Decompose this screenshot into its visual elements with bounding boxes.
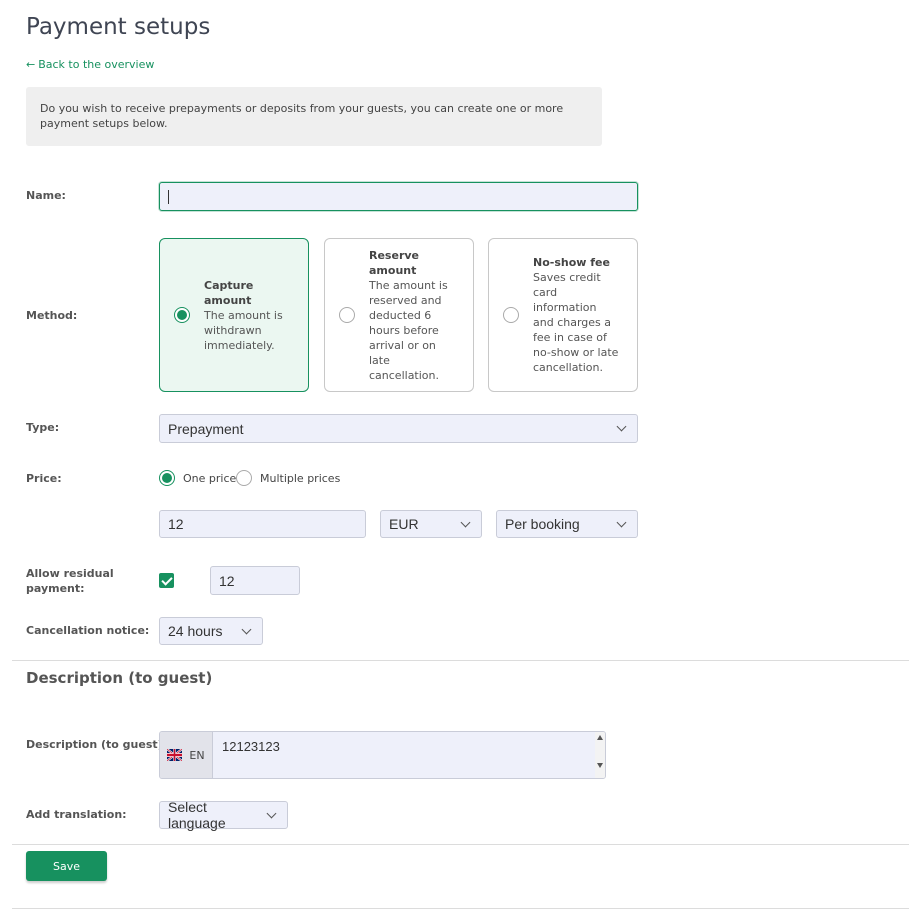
name-label: Name: bbox=[26, 189, 66, 202]
residual-input-value: 12 bbox=[219, 572, 235, 589]
uk-flag-icon bbox=[167, 749, 183, 761]
scroll-down-icon[interactable] bbox=[597, 763, 603, 768]
scroll-up-icon[interactable] bbox=[597, 735, 603, 740]
price-option-multiple[interactable]: Multiple prices bbox=[236, 470, 340, 486]
text-caret bbox=[168, 189, 169, 204]
chevron-down-icon bbox=[616, 517, 627, 527]
price-input-value: 12 bbox=[168, 516, 184, 532]
method-option-capture[interactable]: Capture amount The amount is withdrawn i… bbox=[159, 238, 309, 392]
page-title: Payment setups bbox=[26, 14, 211, 40]
method-option-noshow[interactable]: No-show fee Saves credit card informatio… bbox=[488, 238, 638, 392]
chevron-down-icon bbox=[616, 421, 627, 432]
per-select[interactable]: Per booking bbox=[496, 510, 638, 538]
residual-label: Allow residual payment: bbox=[26, 567, 114, 595]
method-title: No-show fee bbox=[533, 256, 610, 269]
method-radio-reserve[interactable] bbox=[339, 307, 355, 323]
method-option-reserve[interactable]: Reserve amount The amount is reserved an… bbox=[324, 238, 474, 392]
chevron-down-icon bbox=[266, 808, 277, 818]
currency-select-value: EUR bbox=[389, 516, 419, 532]
description-label: Description (to guest): bbox=[26, 738, 168, 751]
select-language-value: Select language bbox=[168, 799, 226, 831]
price-radio-multiple[interactable] bbox=[236, 470, 252, 486]
name-input[interactable] bbox=[159, 182, 638, 211]
method-description: The amount is withdrawn immediately. bbox=[204, 308, 283, 352]
type-select-value: Prepayment bbox=[168, 420, 244, 437]
back-to-overview-link[interactable]: ← Back to the overview bbox=[26, 58, 154, 71]
price-option-one[interactable]: One price bbox=[159, 470, 236, 486]
price-option-one-label: One price bbox=[183, 471, 237, 485]
language-code: EN bbox=[189, 748, 205, 762]
divider bbox=[12, 908, 909, 909]
chevron-down-icon bbox=[241, 624, 252, 634]
price-option-multiple-label: Multiple prices bbox=[260, 471, 341, 485]
add-translation-label: Add translation: bbox=[26, 808, 127, 821]
textarea-scrollbar[interactable] bbox=[595, 732, 605, 778]
method-description: The amount is reserved and deducted 6 ho… bbox=[369, 278, 448, 382]
method-title: Reserve amount bbox=[369, 248, 419, 277]
select-language-dropdown[interactable]: Select language bbox=[159, 799, 288, 831]
type-label: Type: bbox=[26, 421, 60, 434]
cancellation-label: Cancellation notice: bbox=[26, 624, 150, 637]
type-select[interactable]: Prepayment bbox=[159, 414, 638, 443]
method-title: Capture amount bbox=[204, 278, 254, 307]
method-label: Method: bbox=[26, 309, 78, 322]
chevron-down-icon bbox=[460, 517, 471, 527]
arrow-left-icon: ← bbox=[26, 58, 36, 71]
residual-checkbox[interactable] bbox=[159, 573, 174, 588]
per-select-value: Per booking bbox=[505, 516, 580, 532]
save-button[interactable]: Save bbox=[26, 851, 107, 881]
divider bbox=[12, 660, 909, 661]
price-radio-one[interactable] bbox=[159, 470, 175, 486]
description-text[interactable]: 12123123 bbox=[213, 732, 595, 778]
price-input[interactable]: 12 bbox=[159, 510, 366, 538]
language-addon: EN bbox=[160, 732, 213, 778]
back-link-label: Back to the overview bbox=[38, 58, 155, 71]
method-description: Saves credit card information and charge… bbox=[533, 271, 619, 374]
price-label: Price: bbox=[26, 472, 62, 485]
divider bbox=[12, 844, 909, 845]
method-radio-capture[interactable] bbox=[174, 307, 190, 323]
cancellation-select-value: 24 hours bbox=[168, 623, 223, 639]
section-title: Description (to guest) bbox=[26, 669, 213, 687]
residual-input[interactable]: 12 bbox=[210, 566, 300, 595]
currency-select[interactable]: EUR bbox=[380, 510, 482, 538]
description-textarea[interactable]: EN 12123123 bbox=[159, 731, 606, 779]
info-box: Do you wish to receive prepayments or de… bbox=[26, 87, 602, 146]
cancellation-select[interactable]: 24 hours bbox=[159, 617, 263, 645]
method-radio-noshow[interactable] bbox=[503, 307, 519, 323]
